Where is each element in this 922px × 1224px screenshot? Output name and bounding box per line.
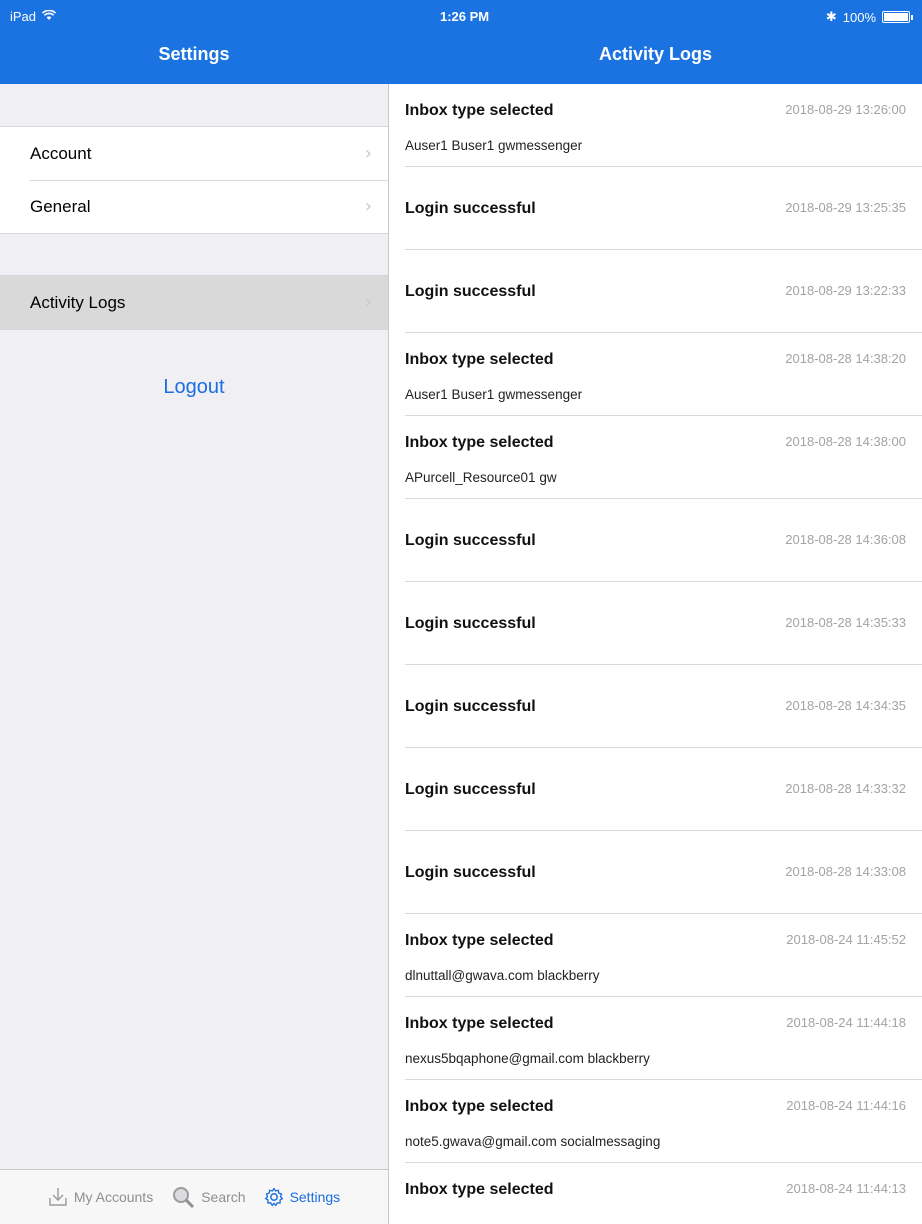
log-timestamp: 2018-08-28 14:34:35 xyxy=(785,698,906,713)
log-subtitle: nexus5bqaphone@gmail.com blackberry xyxy=(405,1051,650,1066)
log-timestamp: 2018-08-28 14:33:08 xyxy=(785,864,906,879)
log-title: Login successful xyxy=(405,864,536,881)
log-timestamp: 2018-08-28 14:36:08 xyxy=(785,532,906,547)
log-title: Login successful xyxy=(405,200,536,217)
logout-button[interactable]: Logout xyxy=(0,376,388,399)
log-subtitle: APurcell_Resource01 gw xyxy=(405,470,557,485)
list-item[interactable]: Inbox type selected 2018-08-24 11:44:13 xyxy=(389,1163,922,1224)
log-timestamp: 2018-08-24 11:44:16 xyxy=(786,1098,906,1113)
sidebar-item-label: Account xyxy=(30,143,92,163)
log-subtitle: dlnuttall@gwava.com blackberry xyxy=(405,968,600,983)
settings-title: Settings xyxy=(158,44,230,64)
log-title: Inbox type selected xyxy=(405,1098,554,1115)
activity-logs-title: Activity Logs xyxy=(598,44,713,64)
chevron-right-icon: › xyxy=(364,143,372,164)
log-subtitle: Auser1 Buser1 gwmessenger xyxy=(405,138,583,153)
tab-search[interactable]: Search xyxy=(171,1185,246,1209)
status-bar: iPad 1:26 PM ✱ 100% xyxy=(0,0,922,34)
bluetooth-icon: ✱ xyxy=(825,9,837,24)
list-item[interactable]: Login successful 2018-08-29 13:22:33 xyxy=(389,250,922,333)
tab-my-accounts[interactable]: My Accounts xyxy=(48,1186,153,1208)
sidebar-item-account[interactable]: Account › xyxy=(0,127,388,180)
log-timestamp: 2018-08-28 14:35:33 xyxy=(785,615,906,630)
list-item[interactable]: Login successful 2018-08-28 14:33:32 xyxy=(389,748,922,831)
list-item[interactable]: Inbox type selected 2018-08-28 14:38:20 … xyxy=(389,333,922,416)
list-item[interactable]: Inbox type selected 2018-08-24 11:44:18 … xyxy=(389,997,922,1080)
download-icon xyxy=(48,1186,68,1208)
settings-pane: Account › General › Activity Logs › Logo… xyxy=(0,84,388,1224)
list-item[interactable]: Inbox type selected 2018-08-28 14:38:00 … xyxy=(389,416,922,499)
log-subtitle: note5.gwava@gmail.com socialmessaging xyxy=(405,1134,661,1149)
list-item[interactable]: Login successful 2018-08-28 14:36:08 xyxy=(389,499,922,582)
log-title: Login successful xyxy=(405,781,536,798)
settings-group-logs: Activity Logs › xyxy=(0,275,388,330)
log-title: Login successful xyxy=(405,532,536,549)
chevron-right-icon: › xyxy=(364,196,372,217)
log-title: Inbox type selected xyxy=(405,1181,554,1198)
log-timestamp: 2018-08-28 14:38:20 xyxy=(785,351,906,366)
log-timestamp: 2018-08-28 14:33:32 xyxy=(785,781,906,796)
chevron-right-icon: › xyxy=(364,292,372,313)
tab-bar: My Accounts Search Settings xyxy=(0,1169,388,1224)
list-item[interactable]: Login successful 2018-08-28 14:33:08 xyxy=(389,831,922,914)
log-timestamp: 2018-08-29 13:26:00 xyxy=(785,102,906,117)
log-title: Login successful xyxy=(405,615,536,632)
tab-label: Settings xyxy=(289,1189,341,1205)
list-item[interactable]: Inbox type selected 2018-08-24 11:44:16 … xyxy=(389,1080,922,1163)
log-title: Login successful xyxy=(405,283,536,300)
sidebar-item-label: Activity Logs xyxy=(30,292,126,312)
log-title: Inbox type selected xyxy=(405,102,554,119)
log-timestamp: 2018-08-29 13:22:33 xyxy=(785,283,906,298)
log-timestamp: 2018-08-28 14:38:00 xyxy=(785,434,906,449)
wifi-icon xyxy=(41,9,57,24)
tab-label: Search xyxy=(201,1189,246,1205)
tab-label: My Accounts xyxy=(73,1189,154,1205)
tab-settings[interactable]: Settings xyxy=(264,1187,341,1207)
status-time: 1:26 PM xyxy=(440,9,490,24)
gear-icon xyxy=(264,1187,284,1207)
activity-log-list[interactable]: Inbox type selected 2018-08-29 13:26:00 … xyxy=(389,84,922,1224)
log-timestamp: 2018-08-24 11:44:13 xyxy=(786,1181,906,1196)
log-timestamp: 2018-08-29 13:25:35 xyxy=(785,200,906,215)
device-name: iPad xyxy=(10,9,37,24)
log-timestamp: 2018-08-24 11:44:18 xyxy=(786,1015,906,1030)
log-title: Login successful xyxy=(405,698,536,715)
log-title: Inbox type selected xyxy=(405,351,554,368)
top-bar: iPad 1:26 PM ✱ 100% Settings Activity Lo… xyxy=(0,0,922,84)
battery-icon xyxy=(882,11,913,23)
list-item[interactable]: Login successful 2018-08-28 14:35:33 xyxy=(389,582,922,665)
list-item[interactable]: Login successful 2018-08-29 13:25:35 xyxy=(389,167,922,250)
battery-percent: 100% xyxy=(842,9,876,25)
search-icon xyxy=(171,1185,195,1209)
settings-group-account: Account › General › xyxy=(0,126,388,234)
list-item[interactable]: Inbox type selected 2018-08-24 11:45:52 … xyxy=(389,914,922,997)
log-timestamp: 2018-08-24 11:45:52 xyxy=(786,932,906,947)
list-item[interactable]: Login successful 2018-08-28 14:34:35 xyxy=(389,665,922,748)
sidebar-item-general[interactable]: General › xyxy=(0,180,388,233)
log-title: Inbox type selected xyxy=(405,932,554,949)
log-title: Inbox type selected xyxy=(405,1015,554,1032)
log-title: Inbox type selected xyxy=(405,434,554,451)
list-item[interactable]: Inbox type selected 2018-08-29 13:26:00 … xyxy=(389,84,922,167)
log-subtitle: Auser1 Buser1 gwmessenger xyxy=(405,387,583,402)
sidebar-item-label: General xyxy=(30,196,91,216)
sidebar-item-activity-logs[interactable]: Activity Logs › xyxy=(0,276,388,329)
